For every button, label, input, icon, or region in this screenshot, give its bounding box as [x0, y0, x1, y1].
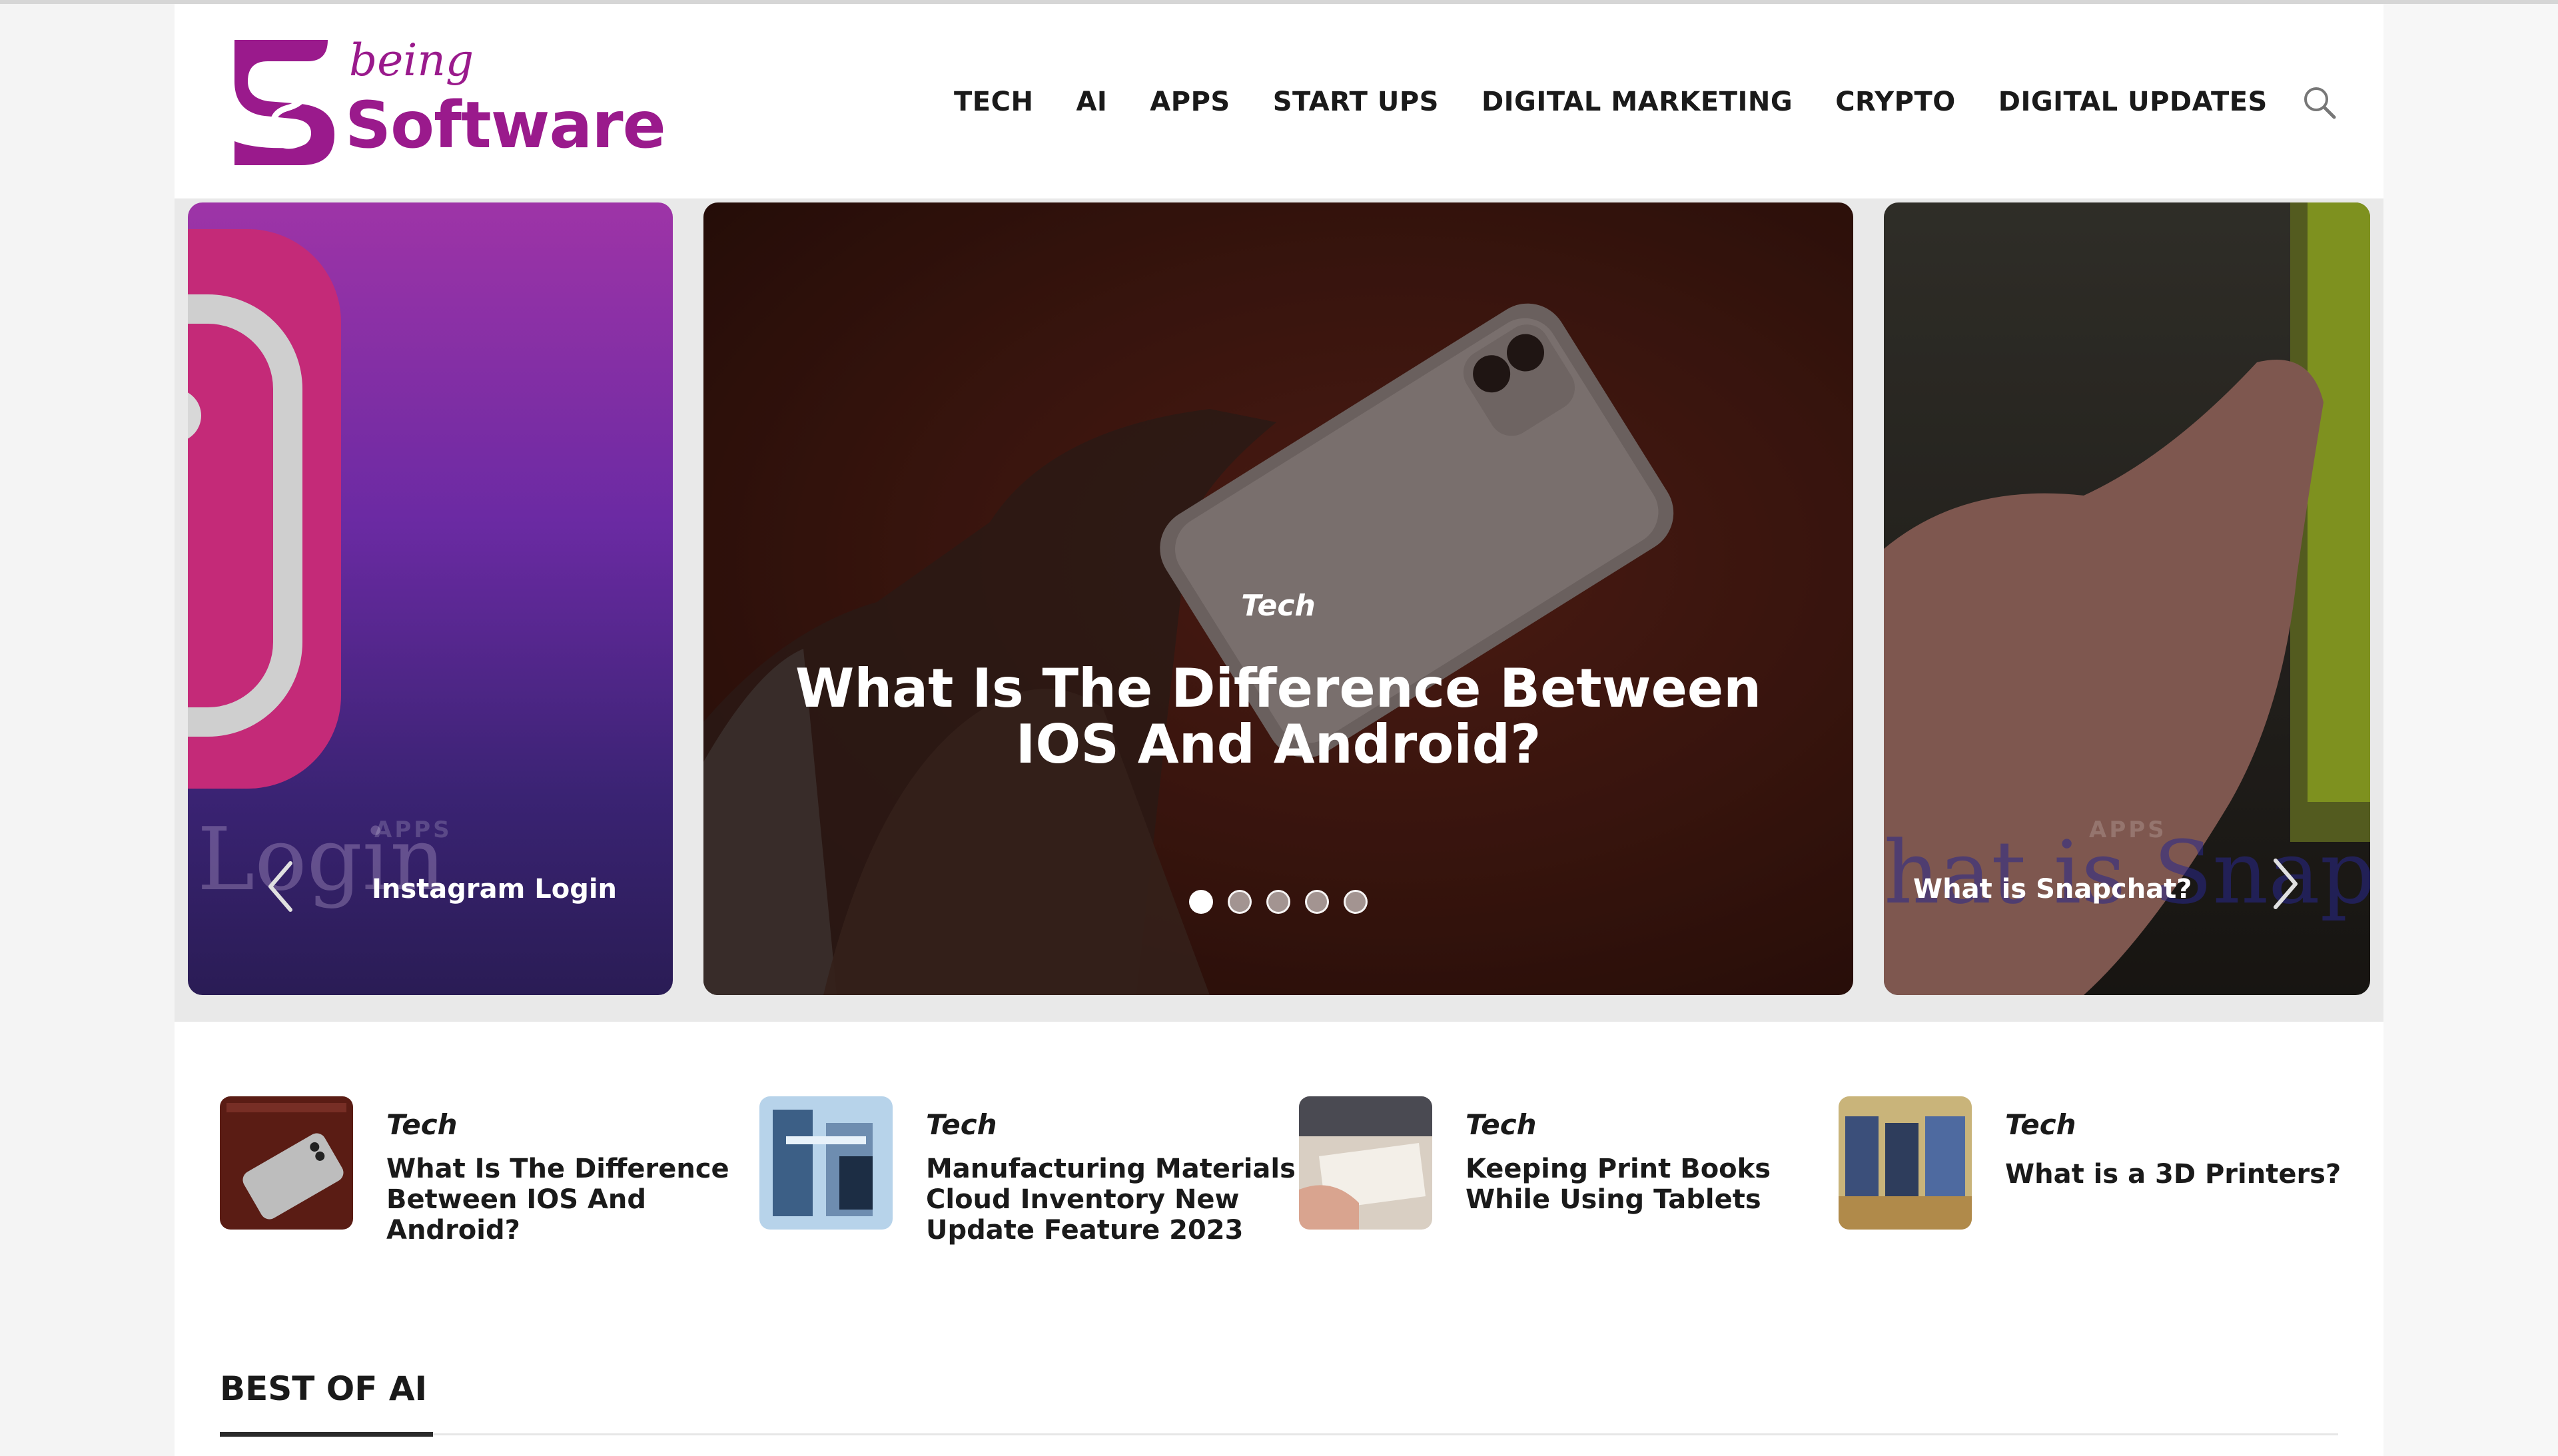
site-logo[interactable]: being Software	[228, 35, 667, 175]
chevron-left-icon[interactable]	[261, 857, 301, 916]
slider-dot[interactable]	[1266, 890, 1290, 914]
search-icon[interactable]	[2300, 83, 2340, 123]
post-category[interactable]: Tech	[386, 1108, 458, 1141]
section-divider-accent	[220, 1432, 433, 1437]
post-title[interactable]: Keeping Print Books While Using Tablets	[1466, 1154, 1839, 1215]
slide-title[interactable]: What is Snapchat?	[1913, 874, 2192, 905]
post-card[interactable]: Tech What is a 3D Printers?	[1839, 1096, 2371, 1296]
slide-title[interactable]: What Is The Difference Between IOS And A…	[783, 661, 1773, 773]
recent-posts: Tech What Is The Difference Between IOS …	[175, 1096, 2383, 1296]
post-thumbnail[interactable]	[1839, 1096, 1972, 1230]
nav-item-apps[interactable]: APPS	[1150, 87, 1230, 117]
nav-item-tech[interactable]: TECH	[954, 87, 1033, 117]
nav-item-crypto[interactable]: CRYPTO	[1835, 87, 1956, 117]
featured-slider: Login APPS Instagram Login Tech What Is …	[175, 198, 2383, 1022]
logo-mark-icon	[234, 40, 334, 165]
post-title[interactable]: What is a 3D Printers?	[2005, 1159, 2378, 1190]
page-gutter	[2383, 4, 2558, 1456]
post-title[interactable]: What Is The Difference Between IOS And A…	[386, 1154, 759, 1246]
slide-ios-android[interactable]: Tech What Is The Difference Between IOS …	[703, 202, 1853, 995]
slide-title[interactable]: Instagram Login	[372, 874, 617, 905]
slide-instagram-login[interactable]: Login APPS Instagram Login	[188, 202, 673, 995]
post-thumbnail[interactable]	[220, 1096, 353, 1230]
section-divider	[220, 1433, 2338, 1435]
slider-dot[interactable]	[1228, 890, 1252, 914]
post-title[interactable]: Manufacturing Materials Cloud Inventory …	[926, 1154, 1299, 1246]
nav-item-digital-updates[interactable]: DIGITAL UPDATES	[1998, 87, 2268, 117]
slider-dot[interactable]	[1305, 890, 1329, 914]
nav-item-digital-marketing[interactable]: DIGITAL MARKETING	[1482, 87, 1793, 117]
post-card[interactable]: Tech Manufacturing Materials Cloud Inven…	[759, 1096, 1296, 1296]
post-category[interactable]: Tech	[926, 1108, 997, 1141]
instagram-logo-icon	[188, 229, 341, 789]
chevron-right-icon[interactable]	[2265, 854, 2305, 914]
logo-being-text: being	[349, 35, 474, 86]
page-container: being Software TECH AI APPS START UPS DI…	[175, 4, 2383, 1456]
slide-category: APPS	[374, 817, 452, 843]
post-thumbnail[interactable]	[1299, 1096, 1432, 1230]
section-title: BEST OF AI	[220, 1369, 428, 1408]
post-category[interactable]: Tech	[2005, 1108, 2076, 1141]
post-card[interactable]: Tech Keeping Print Books While Using Tab…	[1299, 1096, 1832, 1296]
slide-category: APPS	[2089, 817, 2167, 843]
logo-software-text: Software	[345, 88, 666, 163]
slider-dot[interactable]	[1344, 890, 1368, 914]
slider-dots	[703, 890, 1853, 914]
slider-dot[interactable]	[1189, 890, 1213, 914]
nav-item-start-ups[interactable]: START UPS	[1273, 87, 1439, 117]
main-nav: TECH AI APPS START UPS DIGITAL MARKETING…	[954, 85, 2268, 119]
nav-item-ai[interactable]: AI	[1076, 87, 1107, 117]
post-thumbnail[interactable]	[759, 1096, 893, 1230]
slide-category[interactable]: Tech	[703, 589, 1853, 623]
post-card[interactable]: Tech What Is The Difference Between IOS …	[220, 1096, 753, 1296]
post-category[interactable]: Tech	[1466, 1108, 1537, 1141]
slide-what-is-snapchat[interactable]: hat is Snap APPS What is Snapchat?	[1884, 202, 2370, 995]
site-header: being Software TECH AI APPS START UPS DI…	[175, 4, 2383, 198]
